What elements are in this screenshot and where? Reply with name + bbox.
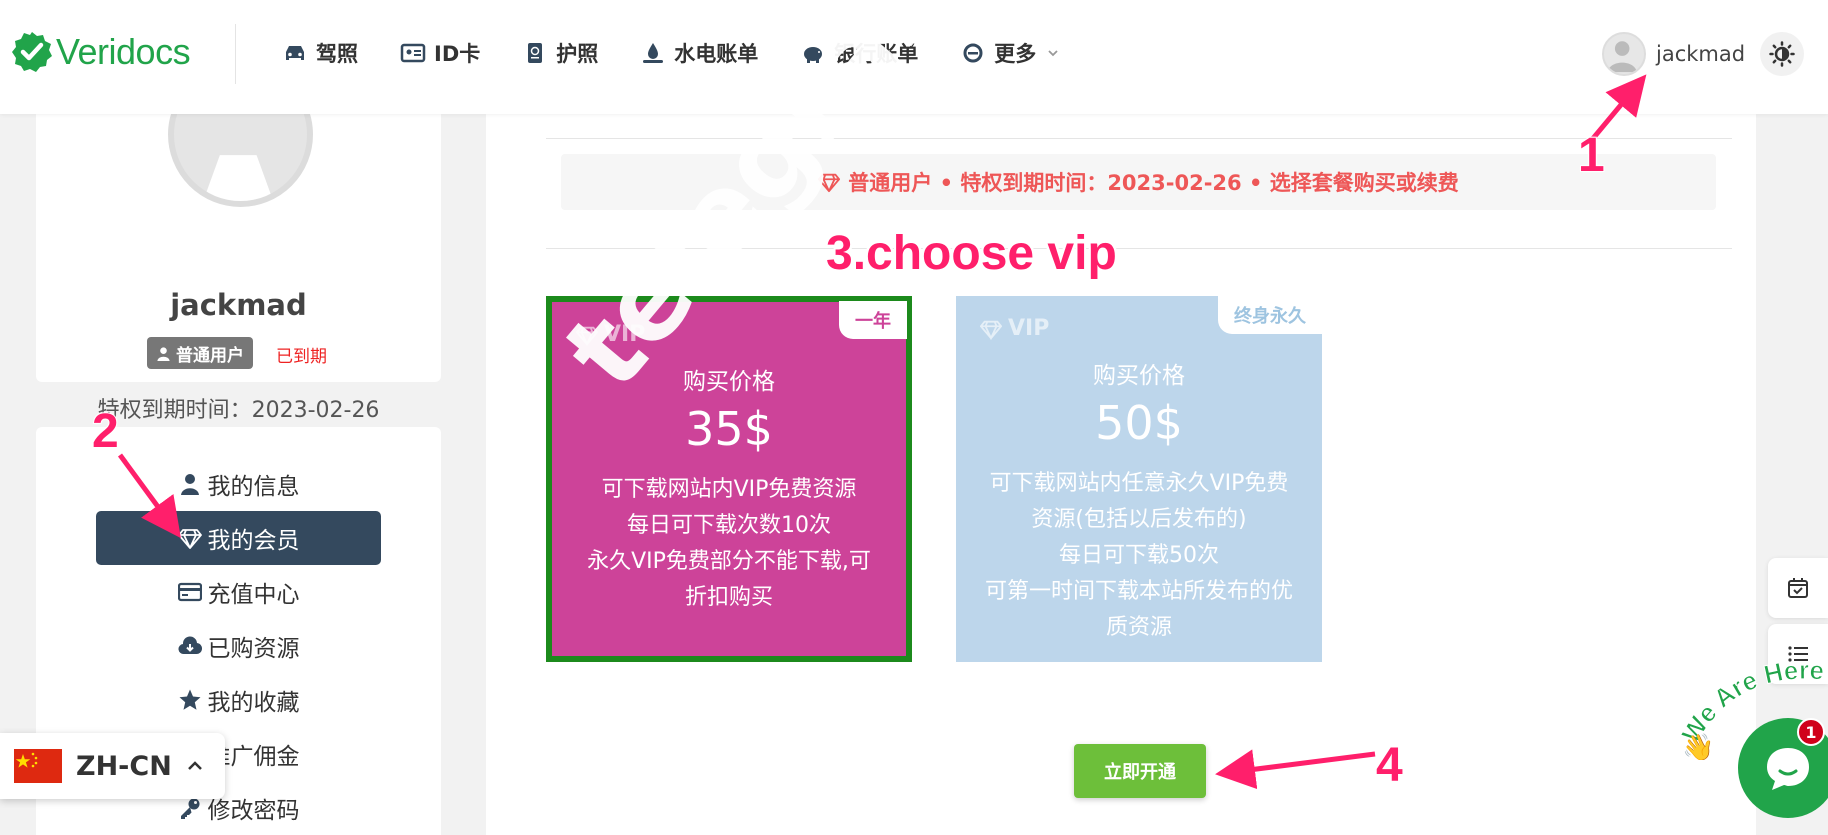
membership-panel: 普通用户 • 特权到期时间：2023-02-26 • 选择套餐购买或续费 一年 … — [486, 114, 1756, 835]
id-card-icon — [400, 43, 426, 63]
nav-item-label: ID卡 — [434, 42, 481, 66]
main-nav: 驾照 ID卡 护照 水电账单 银行账单 更多 — [282, 38, 1060, 68]
chat-bubble-icon — [1767, 748, 1809, 790]
credit-card-icon — [177, 582, 202, 602]
menu-item-my-membership[interactable]: 我的会员 — [96, 511, 381, 565]
nav-item-bank-statement[interactable]: 银行账单 — [800, 38, 918, 68]
menu-item-my-info[interactable]: 我的信息 — [96, 457, 381, 511]
plan-duration-tag: 终身永久 — [1218, 296, 1322, 334]
notice-text: 普通用户 • 特权到期时间：2023-02-26 • 选择套餐购买或续费 — [848, 171, 1459, 195]
plan-name: VIP — [980, 316, 1049, 341]
status-badge: 已到期 — [276, 347, 327, 367]
language-label: ZH-CN — [76, 750, 172, 782]
top-header: Veridocs 驾照 ID卡 护照 水电账单 银行账单 更多 jackmad — [0, 0, 1828, 114]
plan-desc-line: 资源(包括以后发布的) — [1031, 507, 1247, 532]
passport-icon — [528, 43, 543, 63]
plan-name-label: VIP — [604, 322, 646, 347]
menu-item-label: 充值中心 — [207, 582, 300, 608]
diamond-icon — [818, 173, 841, 193]
star-icon — [179, 689, 200, 710]
nav-item-label: 更多 — [994, 42, 1037, 66]
nav-item-label: 护照 — [556, 42, 599, 66]
membership-notice: 普通用户 • 特权到期时间：2023-02-26 • 选择套餐购买或续费 — [561, 154, 1716, 210]
plan-desc-line: 可下载网站内VIP免费资源 — [601, 477, 857, 502]
car-icon — [286, 46, 304, 60]
plan-card-lifetime[interactable]: 终身永久 VIP 购买价格 50$ 可下载网站内任意永久VIP免费 资源(包括以… — [956, 296, 1322, 662]
activate-now-button[interactable]: 立即开通 — [1074, 744, 1206, 798]
checkin-button[interactable] — [1768, 558, 1828, 618]
nav-item-label: 银行账单 — [834, 42, 919, 66]
plan-price: 50$ — [1095, 396, 1183, 450]
cloud-download-icon — [177, 636, 202, 655]
plan-desc-line: 永久VIP免费部分不能下载,可 — [587, 549, 871, 574]
plan-price-label: 购买价格 — [1093, 363, 1185, 389]
check-badge-icon — [12, 32, 52, 72]
profile-card: jackmad 普通用户 已到期 特权到期时间：2023-02-26 — [36, 62, 441, 423]
user-silhouette-icon — [1607, 41, 1637, 73]
nav-item-utility-bill[interactable]: 水电账单 — [640, 38, 758, 68]
plan-desc-line: 折扣购买 — [684, 585, 773, 610]
chat-unread-badge: 1 — [1797, 718, 1825, 746]
plan-desc-line: 质资源 — [1105, 615, 1172, 640]
menu-item-label: 我的会员 — [207, 528, 300, 554]
plan-price-label: 购买价格 — [683, 369, 775, 395]
expire-info: 特权到期时间：2023-02-26 — [36, 392, 441, 424]
expire-date: 2023-02-26 — [251, 398, 380, 423]
menu-item-label: 我的信息 — [207, 474, 300, 500]
plan-description: 可下载网站内任意永久VIP免费 资源(包括以后发布的) 每日可下载50次 可第一… — [976, 466, 1302, 646]
chevron-down-icon — [1048, 50, 1058, 57]
plan-desc-line: 可第一时间下载本站所发布的优 — [984, 579, 1293, 604]
plan-desc-line: 可下载网站内任意永久VIP免费 — [989, 471, 1289, 496]
plan-name: VIP — [576, 322, 645, 347]
calendar-check-icon — [1788, 578, 1808, 598]
diamond-icon — [980, 320, 1002, 340]
avatar — [1602, 32, 1646, 76]
language-switcher[interactable]: ZH-CN — [0, 733, 225, 799]
divider — [546, 248, 1732, 249]
user-icon — [157, 346, 170, 361]
nav-item-passport[interactable]: 护照 — [522, 38, 598, 68]
plan-price: 35$ — [685, 402, 773, 456]
plan-description: 可下载网站内VIP免费资源 每日可下载次数10次 永久VIP免费部分不能下载,可… — [572, 472, 886, 616]
user-icon — [180, 474, 199, 495]
plan-name-label: VIP — [1008, 316, 1050, 341]
menu-item-label: 我的收藏 — [207, 690, 300, 716]
site-logo[interactable]: Veridocs — [10, 30, 191, 74]
expire-label: 特权到期时间： — [97, 398, 252, 423]
divider — [546, 138, 1732, 139]
plan-desc-line: 每日可下载50次 — [1059, 543, 1219, 568]
ie-icon — [963, 43, 983, 63]
plan-desc-line: 每日可下载次数10次 — [627, 513, 831, 538]
user-menu[interactable]: jackmad — [1602, 32, 1745, 76]
role-badge: 普通用户 — [147, 337, 253, 369]
piggy-bank-icon — [804, 47, 823, 63]
nav-item-label: 水电账单 — [674, 42, 759, 66]
logo-text: Veridocs — [56, 31, 191, 72]
theme-toggle-button[interactable] — [1760, 32, 1804, 76]
wave-hand-icon: 👋 — [1682, 733, 1714, 760]
header-username: jackmad — [1656, 42, 1746, 66]
nav-item-more[interactable]: 更多 — [960, 38, 1060, 68]
role-label: 普通用户 — [176, 345, 244, 366]
profile-name: jackmad — [170, 288, 307, 322]
menu-item-purchased[interactable]: 已购资源 — [96, 619, 381, 673]
diamond-icon — [576, 326, 598, 346]
half-sun-icon — [1769, 41, 1795, 67]
utility-icon — [643, 43, 664, 63]
nav-item-license[interactable]: 驾照 — [282, 38, 358, 68]
menu-item-recharge[interactable]: 充值中心 — [96, 565, 381, 619]
nav-item-label: 驾照 — [316, 42, 358, 66]
chevron-up-icon — [187, 761, 202, 770]
diamond-icon — [177, 529, 202, 549]
key-icon — [180, 798, 199, 819]
plan-duration-tag: 一年 — [839, 301, 907, 339]
plan-card-one-year[interactable]: 一年 VIP 购买价格 35$ 可下载网站内VIP免费资源 每日可下载次数10次… — [546, 296, 912, 662]
menu-item-favorites[interactable]: 我的收藏 — [96, 673, 381, 727]
menu-item-label: 已购资源 — [207, 636, 300, 662]
china-flag-icon — [14, 749, 62, 783]
header-divider — [235, 24, 236, 84]
nav-item-id-card[interactable]: ID卡 — [400, 38, 480, 68]
